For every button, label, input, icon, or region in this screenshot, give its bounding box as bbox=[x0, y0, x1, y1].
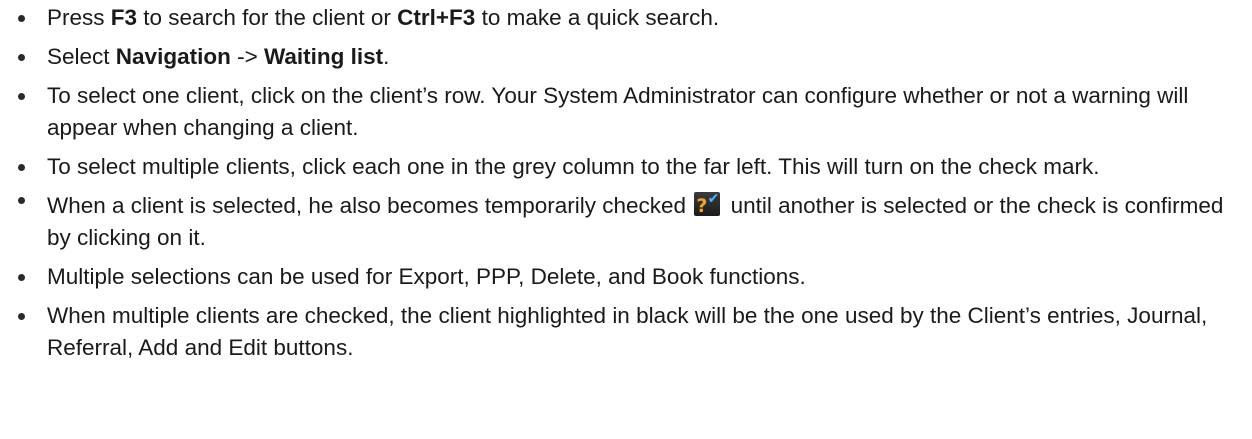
bullet-dot bbox=[18, 274, 25, 281]
bullet-dot bbox=[18, 313, 25, 320]
bullet-dot bbox=[18, 197, 25, 204]
bullet-dot bbox=[18, 164, 25, 171]
list-item: When a client is selected, he also becom… bbox=[0, 190, 1252, 254]
list-item-text: When a client is selected, he also becom… bbox=[47, 193, 687, 218]
key-f3: F3 bbox=[110, 5, 138, 30]
question-check-icon: ? ✔ bbox=[694, 192, 721, 216]
list-item: To select one client, click on the clien… bbox=[0, 80, 1252, 144]
bullet-dot bbox=[18, 93, 25, 100]
list-item: Select Navigation -> Waiting list. bbox=[0, 41, 1252, 73]
bullet-dot bbox=[18, 54, 25, 61]
menu-navigation: Navigation bbox=[115, 44, 231, 69]
list-item-text: Press bbox=[47, 5, 111, 30]
list-item: Press F3 to search for the client or Ctr… bbox=[0, 2, 1252, 34]
menu-waiting-list: Waiting list bbox=[263, 44, 384, 69]
instruction-document: Press F3 to search for the client or Ctr… bbox=[0, 0, 1252, 364]
key-ctrl-f3: Ctrl+F3 bbox=[397, 5, 476, 30]
list-item-text: . bbox=[383, 44, 390, 69]
list-item-text: When multiple clients are checked, the c… bbox=[47, 303, 1208, 360]
list-item-text: to make a quick search. bbox=[475, 5, 720, 30]
list-item-text: to search for the client or bbox=[137, 5, 398, 30]
list-item-text: To select multiple clients, click each o… bbox=[47, 154, 1100, 179]
bullet-dot bbox=[18, 15, 25, 22]
list-item-text: To select one client, click on the clien… bbox=[47, 83, 1189, 140]
list-item-text: Multiple selections can be used for Expo… bbox=[47, 264, 806, 289]
list-item-text: -> bbox=[230, 44, 264, 69]
list-item: Multiple selections can be used for Expo… bbox=[0, 261, 1252, 293]
list-item: When multiple clients are checked, the c… bbox=[0, 300, 1252, 364]
list-item-text: Select bbox=[47, 44, 116, 69]
list-item: To select multiple clients, click each o… bbox=[0, 151, 1252, 183]
instruction-list: Press F3 to search for the client or Ctr… bbox=[0, 2, 1252, 364]
